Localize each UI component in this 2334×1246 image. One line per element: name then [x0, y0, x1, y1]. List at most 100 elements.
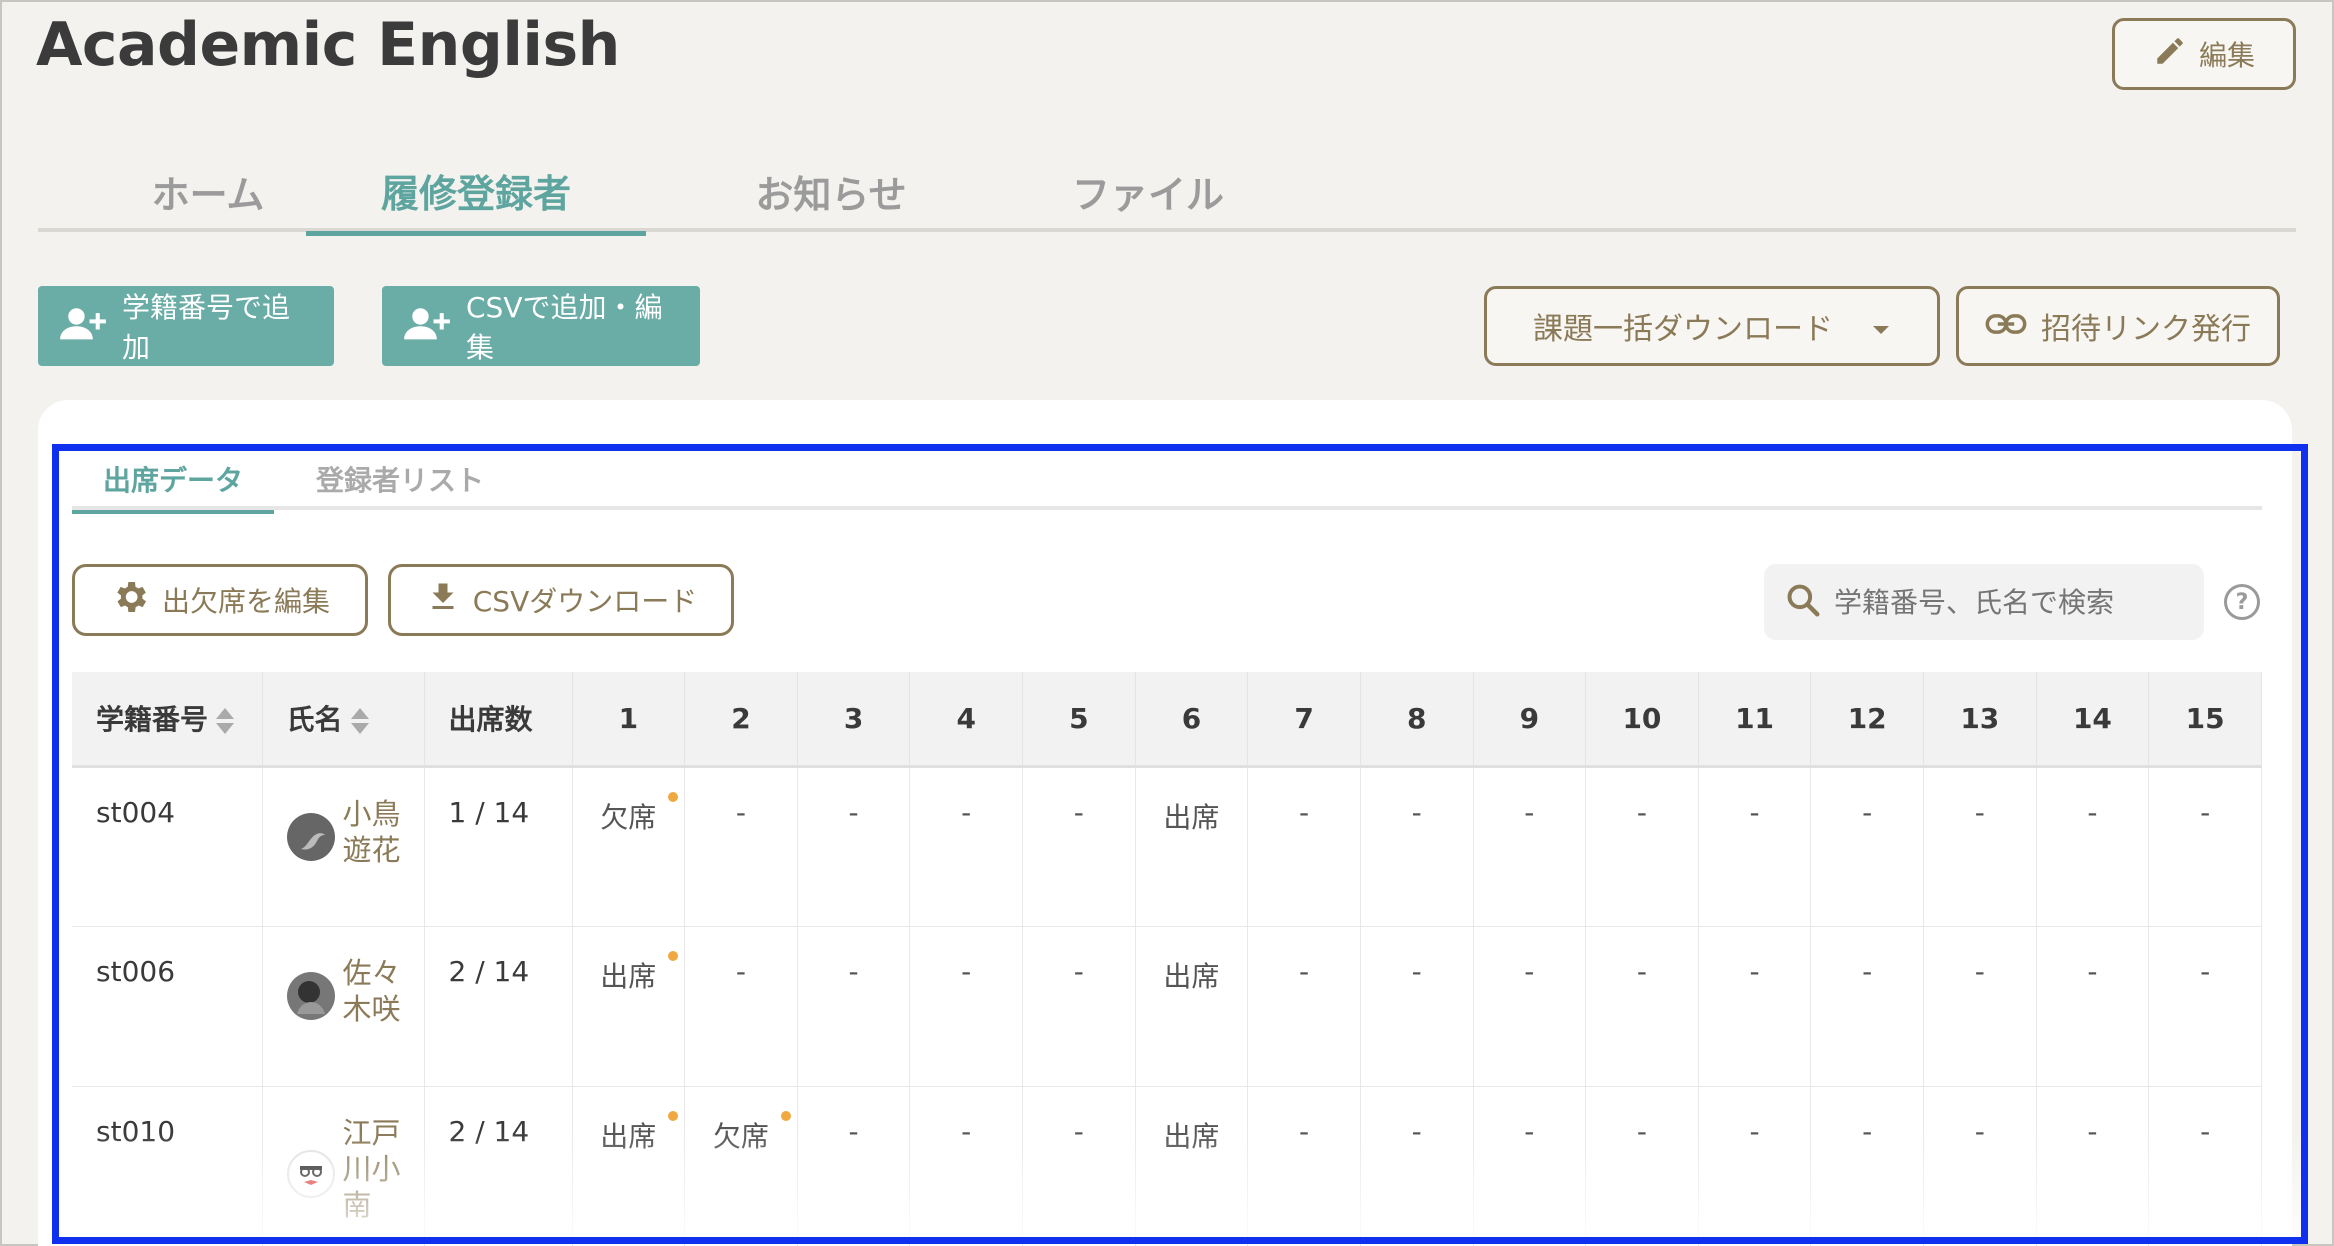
avatar [286, 971, 335, 1020]
attendance-cell: - [2036, 1086, 2150, 1246]
header-session: 12 [1810, 672, 1924, 768]
attendance-cell: - [684, 766, 798, 927]
attendance-cell: - [2036, 926, 2150, 1087]
attendance-cell: - [1473, 766, 1587, 927]
table-row: st004 小鳥遊花 1 / 14 欠席 - - - - 出席 - - - - - - - - - [72, 766, 2262, 927]
table-row: st006 佐々木咲 2 / 14 出席 - - - - 出席 - - - - - - - - - [72, 926, 2262, 1087]
download-icon [425, 577, 461, 624]
attendance-cell: - [1360, 766, 1474, 927]
attendance-cell: - [1022, 766, 1136, 927]
subtab-attendance[interactable]: 出席データ [72, 448, 274, 514]
attendance-cell: - [1585, 766, 1699, 927]
caret-down-icon [1871, 309, 1891, 344]
sort-icon[interactable] [350, 708, 369, 735]
attendance-count-cell: 2 / 14 [424, 926, 573, 1087]
pencil-icon [2153, 34, 2187, 75]
add-by-student-id-label: 学籍番号で追加 [122, 291, 291, 364]
name-cell: 佐々木咲 [262, 926, 425, 1087]
attendance-cell[interactable]: 欠席 [684, 1086, 798, 1246]
add-by-csv-button[interactable]: CSVで追加・編集 [382, 286, 700, 366]
invite-link-label: 招待リンク発行 [2041, 312, 2251, 347]
attendance-cell[interactable]: 出席 [1135, 766, 1249, 927]
attendance-cell[interactable]: 出席 [1135, 1086, 1249, 1246]
header-session: 1 [572, 672, 686, 768]
attendance-cell: - [1810, 926, 1924, 1087]
attendance-cell[interactable]: 出席 [1135, 926, 1249, 1087]
student-name-link[interactable]: 佐々木咲 [343, 955, 403, 1027]
edit-button-label: 編集 [2198, 39, 2255, 72]
attendance-cell[interactable]: 出席 [572, 1086, 686, 1246]
student-name-link[interactable]: 小鳥遊花 [343, 796, 403, 868]
header-session: 5 [1022, 672, 1136, 768]
header-attendance-count: 出席数 [424, 672, 573, 768]
student-name-link[interactable]: 江戸川小南 [343, 1115, 403, 1223]
header-session: 8 [1360, 672, 1474, 768]
attendance-cell: - [1022, 926, 1136, 1087]
attendance-cell: - [1810, 766, 1924, 927]
edited-dot-indicator [668, 950, 679, 961]
header-session: 15 [2148, 672, 2262, 768]
table-row: st010 江戸川小南 2 / 14 出席 欠席 - - - 出席 - - - - - - - - - [72, 1086, 2262, 1246]
link-icon [1985, 309, 2027, 344]
header-session: 14 [2036, 672, 2150, 768]
header-name[interactable]: 氏名 [262, 672, 425, 768]
edit-button[interactable]: 編集 [2112, 18, 2296, 90]
name-cell: 小鳥遊花 [262, 766, 425, 927]
add-user-icon [402, 305, 452, 348]
attendance-cell: - [1473, 926, 1587, 1087]
csv-download-button[interactable]: CSVダウンロード [388, 564, 734, 636]
attendance-cell: - [909, 766, 1023, 927]
add-by-student-id-button[interactable]: 学籍番号で追加 [38, 286, 334, 366]
attendance-cell: - [1923, 766, 2037, 927]
help-icon[interactable]: ? [2224, 584, 2260, 620]
main-tabs: ホーム 履修登録者 お知らせ ファイル [38, 150, 2296, 236]
bulk-download-dropdown[interactable]: 課題一括ダウンロード [1484, 286, 1940, 366]
subtab-roster[interactable]: 登録者リスト [294, 448, 506, 510]
header-session: 11 [1698, 672, 1812, 768]
edited-dot-indicator [668, 1110, 679, 1121]
attendance-count-cell: 2 / 14 [424, 1086, 573, 1246]
attendance-cell: - [1585, 926, 1699, 1087]
attendance-cell: - [1585, 1086, 1699, 1246]
edit-attendance-label: 出欠席を編集 [161, 585, 330, 618]
sub-tabs: 出席データ 登録者リスト [72, 444, 2262, 514]
tab-files[interactable]: ファイル [998, 150, 1298, 232]
header-session: 13 [1923, 672, 2037, 768]
attendance-cell: - [2148, 926, 2262, 1087]
attendance-cell: - [1247, 926, 1361, 1087]
header-session: 9 [1473, 672, 1587, 768]
attendance-cell: - [797, 766, 911, 927]
attendance-cell: - [1923, 1086, 2037, 1246]
attendance-cell: - [2036, 766, 2150, 927]
csv-download-label: CSVダウンロード [472, 585, 698, 618]
invite-link-button[interactable]: 招待リンク発行 [1956, 286, 2280, 366]
attendance-cell: - [1247, 766, 1361, 927]
attendance-cell: - [1810, 1086, 1924, 1246]
attendance-cell[interactable]: 出席 [572, 926, 686, 1087]
attendance-cell: - [1360, 926, 1474, 1087]
tab-home[interactable]: ホーム [98, 150, 318, 232]
header-session: 7 [1247, 672, 1361, 768]
search-icon [1784, 581, 1822, 623]
attendance-cell: - [909, 926, 1023, 1087]
tab-enrolled[interactable]: 履修登録者 [306, 150, 646, 236]
header-student-id[interactable]: 学籍番号 [72, 672, 263, 768]
student-id-cell: st006 [72, 926, 263, 1087]
edited-dot-indicator [780, 1110, 791, 1121]
tab-notices[interactable]: お知らせ [686, 150, 976, 232]
attendance-cell: - [1698, 926, 1812, 1087]
avatar [286, 1149, 335, 1198]
attendance-cell: - [797, 926, 911, 1087]
edited-dot-indicator [668, 791, 679, 802]
edit-attendance-button[interactable]: 出欠席を編集 [72, 564, 368, 636]
page-title: Academic English [36, 10, 620, 80]
search-box [1764, 564, 2204, 640]
search-input[interactable] [1834, 585, 2194, 619]
attendance-cell[interactable]: 欠席 [572, 766, 686, 927]
attendance-cell: - [1698, 1086, 1812, 1246]
sort-icon[interactable] [216, 708, 235, 735]
attendance-cell: - [1698, 766, 1812, 927]
header-session: 4 [909, 672, 1023, 768]
attendance-cell: - [684, 926, 798, 1087]
table-header-row: 学籍番号 氏名 出席数 1 2 3 4 5 6 7 8 9 10 11 12 1… [72, 672, 2262, 768]
